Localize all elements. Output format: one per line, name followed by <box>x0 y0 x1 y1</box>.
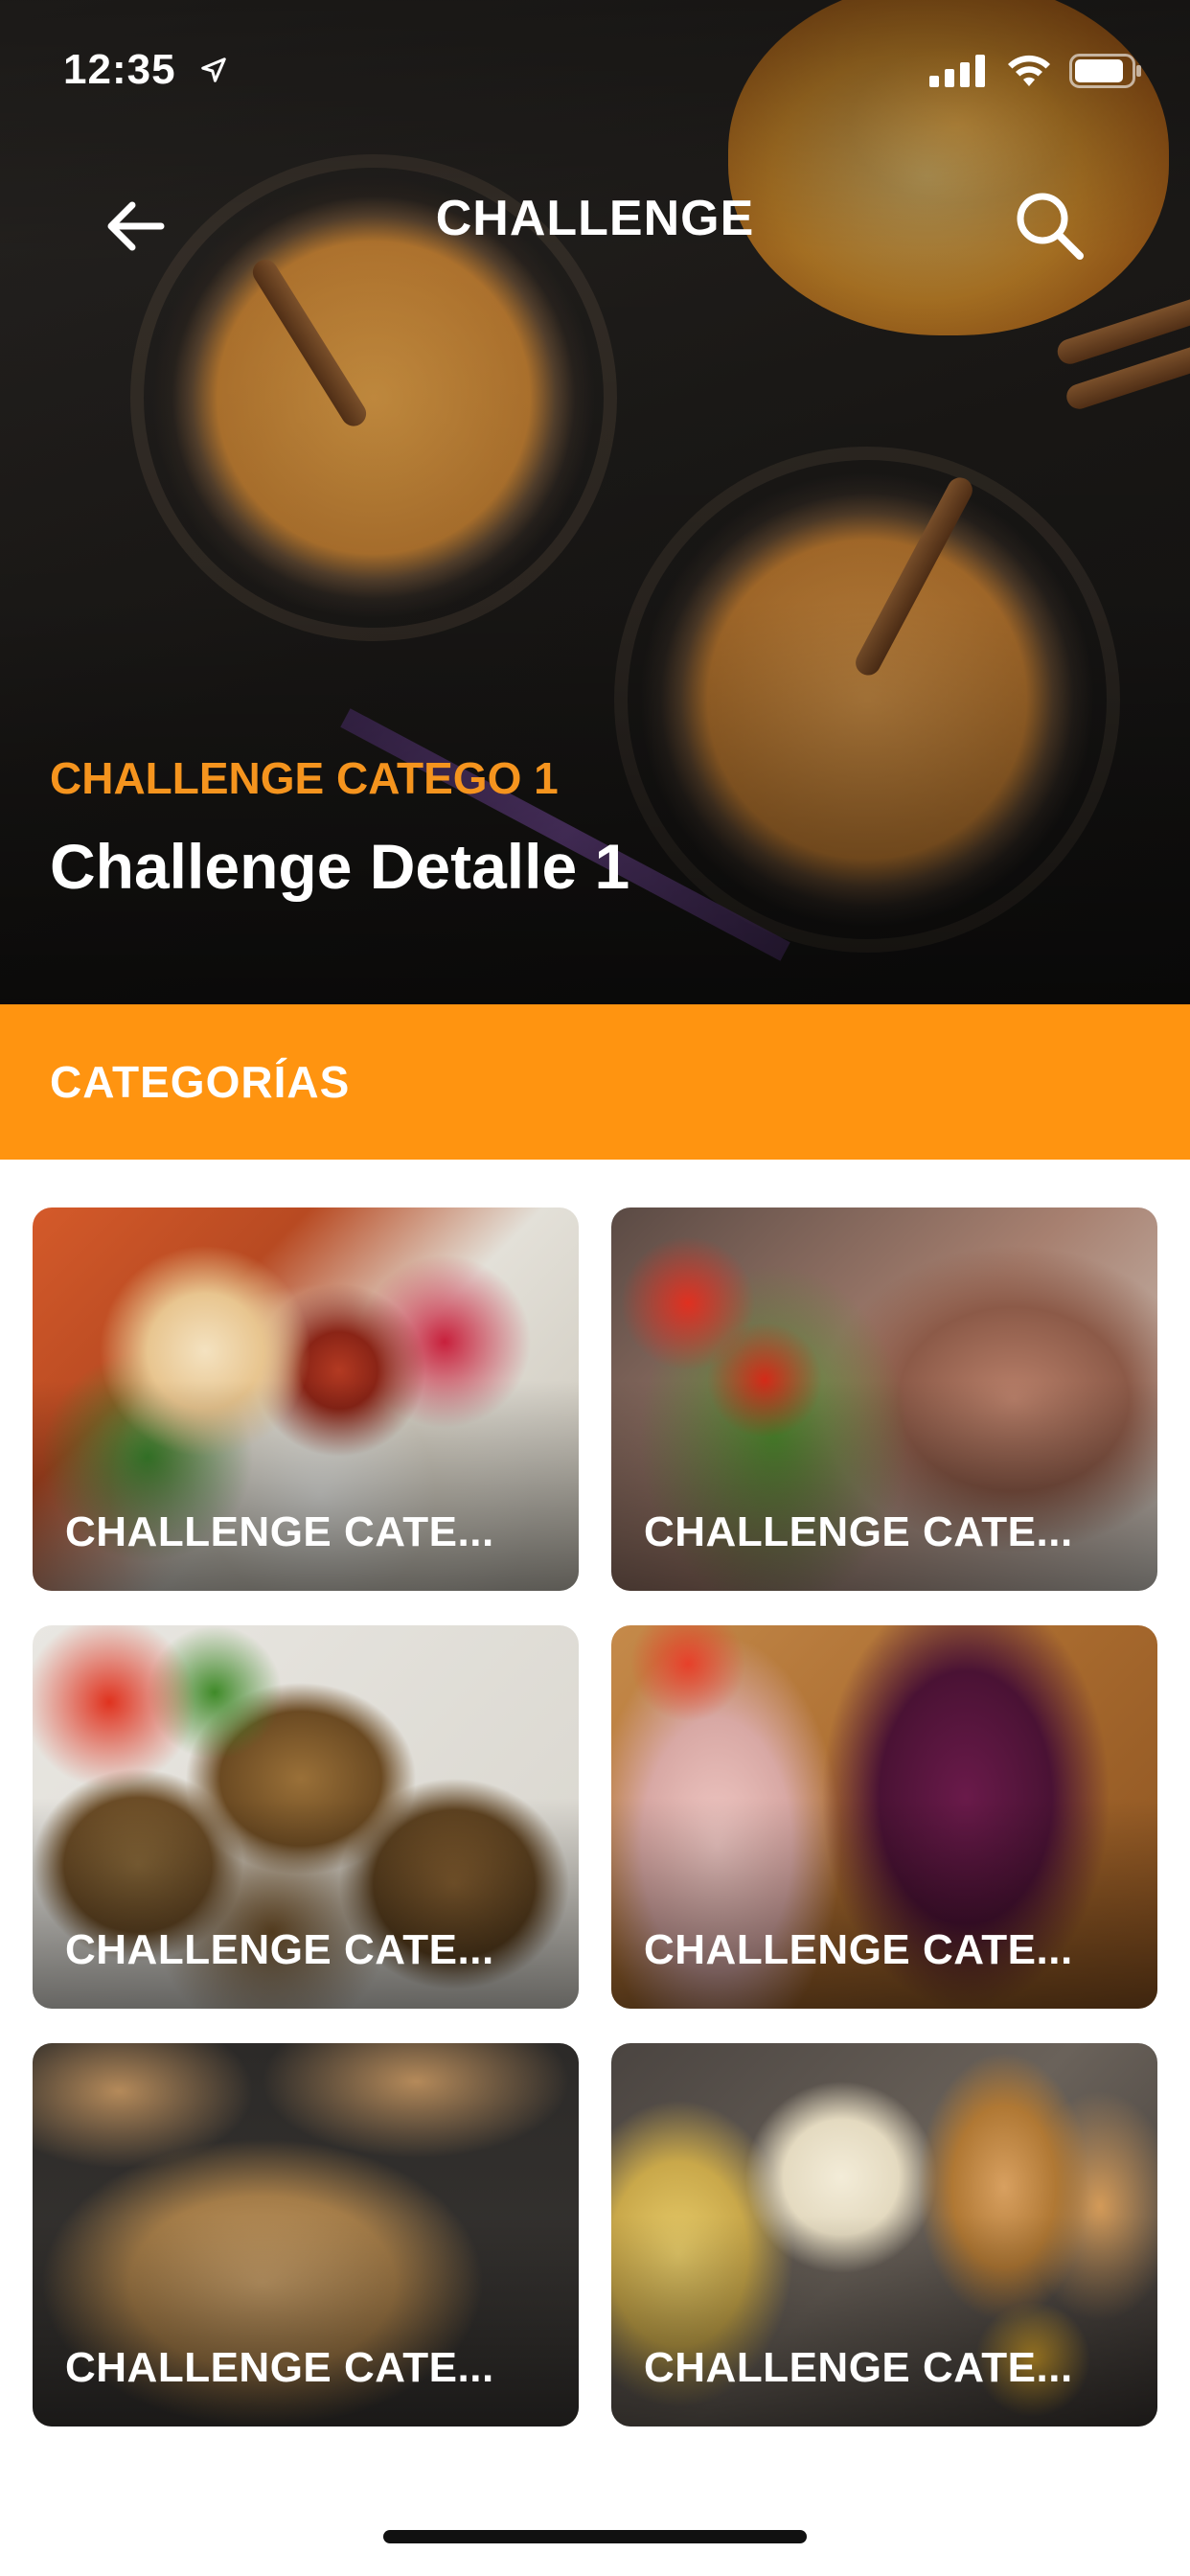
location-arrow-icon <box>199 56 228 89</box>
search-button[interactable] <box>1006 182 1092 268</box>
categories-header: CATEGORÍAS <box>0 1004 1190 1160</box>
category-card[interactable]: CHALLENGE CATE... <box>611 2043 1157 2426</box>
hero-banner: 12:35 CHALLENGE CHALLENGE CATEGO 1 Chall… <box>0 0 1190 1004</box>
category-card[interactable]: CHALLENGE CATE... <box>611 1208 1157 1591</box>
category-card-label: CHALLENGE CATE... <box>644 2344 1073 2391</box>
category-card-label: CHALLENGE CATE... <box>644 1508 1073 1555</box>
hero-title: Challenge Detalle 1 <box>50 831 630 902</box>
category-card[interactable]: CHALLENGE CATE... <box>33 1208 579 1591</box>
category-card-label: CHALLENGE CATE... <box>644 1926 1073 1973</box>
category-card-label: CHALLENGE CATE... <box>65 2344 494 2391</box>
category-card-label: CHALLENGE CATE... <box>65 1508 494 1555</box>
status-time: 12:35 <box>63 46 176 93</box>
search-icon <box>1017 193 1084 260</box>
category-card-label: CHALLENGE CATE... <box>65 1926 494 1973</box>
category-card[interactable]: CHALLENGE CATE... <box>33 1625 579 2009</box>
status-icons <box>929 54 1142 88</box>
categories-title: CATEGORÍAS <box>50 1057 351 1107</box>
category-card[interactable]: CHALLENGE CATE... <box>611 1625 1157 2009</box>
wifi-icon <box>1008 55 1050 86</box>
category-card[interactable]: CHALLENGE CATE... <box>33 2043 579 2426</box>
cellular-signal-icon <box>929 55 985 87</box>
hero-category-label: CHALLENGE CATEGO 1 <box>50 753 559 803</box>
battery-icon <box>1069 54 1141 88</box>
home-indicator[interactable] <box>383 2530 807 2543</box>
